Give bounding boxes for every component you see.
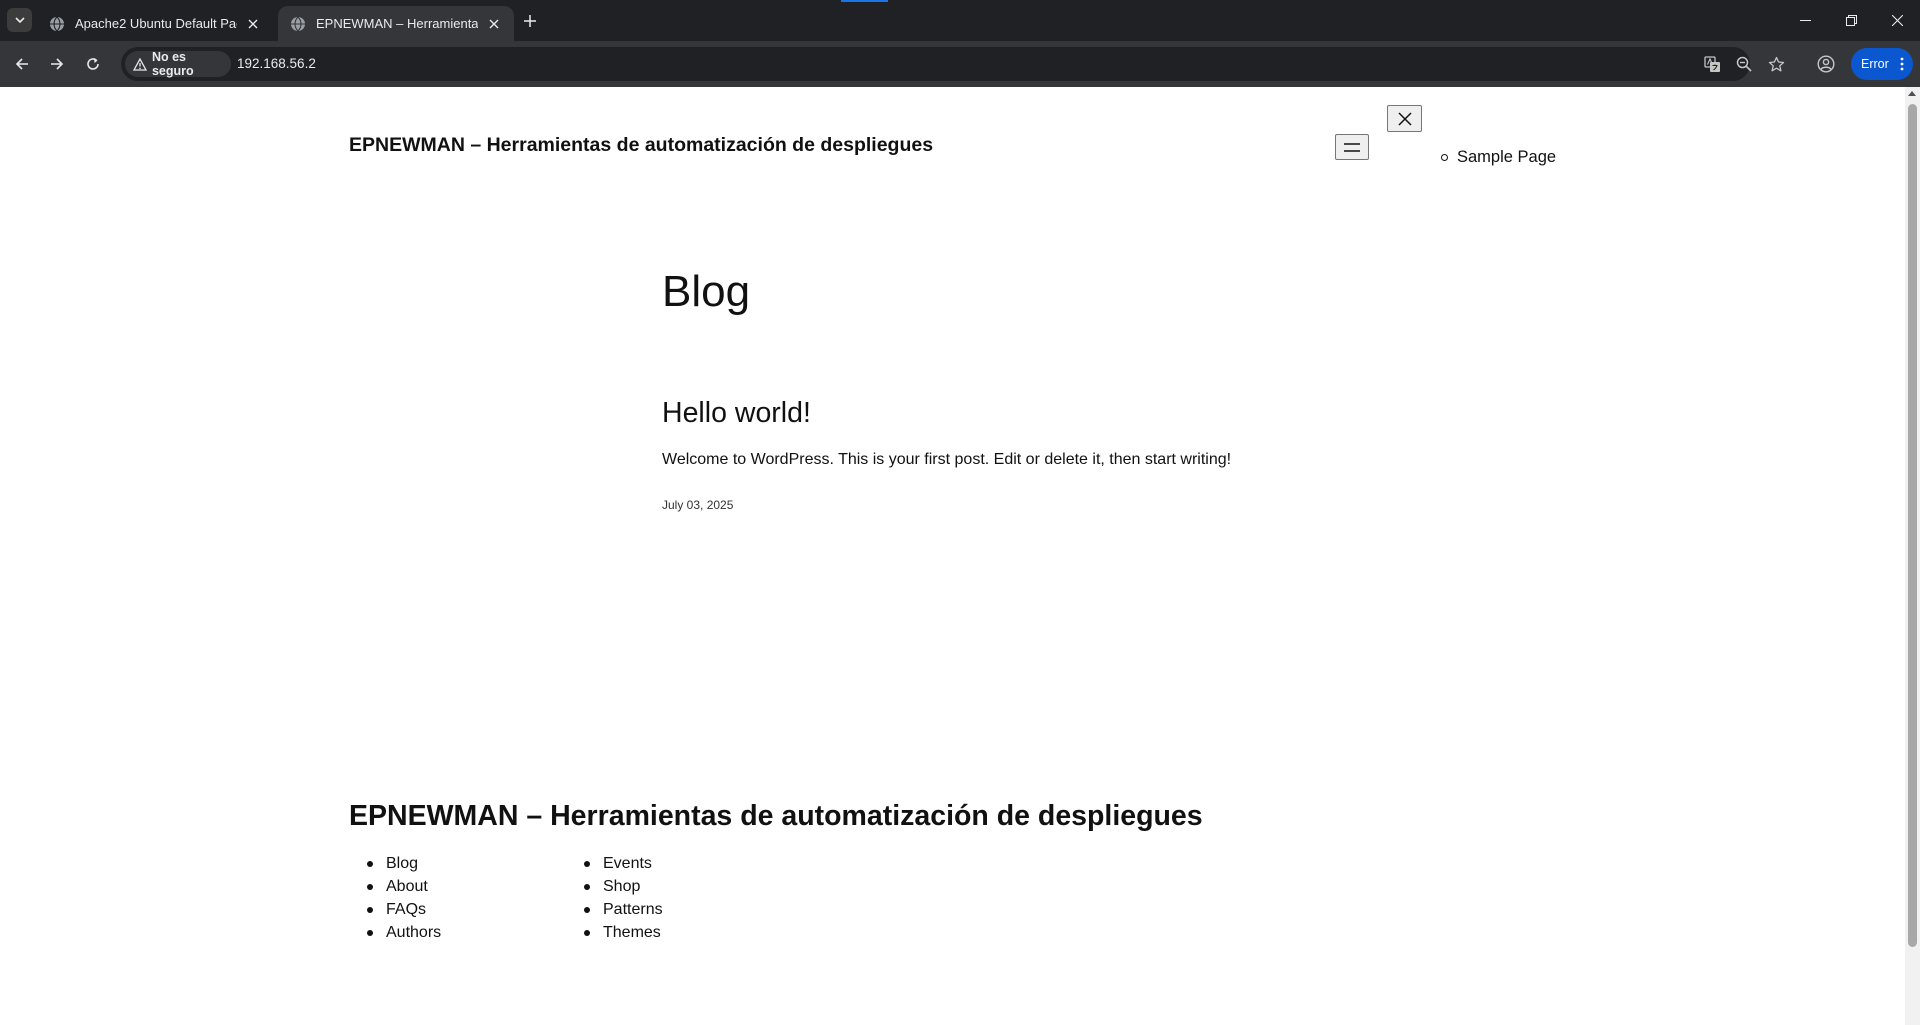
tab-loading-indicator bbox=[841, 0, 888, 2]
list-bullet bbox=[1441, 154, 1448, 161]
globe-icon bbox=[291, 16, 305, 31]
star-icon bbox=[1768, 56, 1784, 71]
zoom-button[interactable] bbox=[1735, 55, 1753, 73]
footer-link-label[interactable]: Shop bbox=[603, 875, 640, 898]
tab-search-button[interactable] bbox=[7, 8, 32, 32]
tab-epnewman[interactable]: EPNEWMAN – Herramientas de automatizació… bbox=[278, 6, 514, 41]
site-title[interactable]: EPNEWMAN – Herramientas de automatizació… bbox=[349, 134, 933, 157]
profile-error-label: Error bbox=[1861, 57, 1889, 71]
footer-link-authors[interactable]: Authors bbox=[367, 921, 441, 944]
new-tab-button[interactable] bbox=[519, 10, 541, 32]
profile-button[interactable] bbox=[1814, 52, 1838, 76]
security-label: No es seguro bbox=[151, 50, 194, 78]
list-bullet bbox=[367, 929, 373, 936]
restore-icon bbox=[1845, 15, 1857, 26]
tab-title: Apache2 Ubuntu Default Page: It works bbox=[75, 16, 237, 31]
tab-title: EPNEWMAN – Herramientas de automatizació… bbox=[316, 16, 478, 31]
close-menu-button[interactable] bbox=[1387, 105, 1422, 132]
close-tab-icon[interactable] bbox=[486, 16, 502, 32]
footer-link-blog[interactable]: Blog bbox=[367, 852, 441, 875]
footer-link-label[interactable]: FAQs bbox=[386, 898, 426, 921]
list-bullet bbox=[367, 883, 373, 890]
globe-icon bbox=[50, 16, 64, 31]
more-vert-icon[interactable] bbox=[1897, 56, 1907, 72]
footer-link-label[interactable]: Themes bbox=[603, 921, 661, 944]
zoom-out-icon bbox=[1736, 56, 1752, 72]
hamburger-icon bbox=[1344, 142, 1360, 152]
list-bullet bbox=[367, 860, 373, 867]
post-date-link[interactable]: July 03, 2025 bbox=[662, 498, 733, 512]
close-icon bbox=[1891, 15, 1903, 26]
post-title-link[interactable]: Hello world! bbox=[662, 397, 811, 430]
footer-site-title[interactable]: EPNEWMAN – Herramientas de automatizació… bbox=[349, 800, 1203, 833]
minimize-icon bbox=[1799, 20, 1811, 21]
footer-link-events[interactable]: Events bbox=[584, 852, 663, 875]
profile-error-button[interactable]: Error bbox=[1851, 48, 1913, 80]
forward-button[interactable] bbox=[45, 52, 69, 76]
post-excerpt: Welcome to WordPress. This is your first… bbox=[662, 451, 1232, 468]
translate-icon bbox=[1703, 55, 1720, 72]
footer-link-label[interactable]: Blog bbox=[386, 852, 418, 875]
restore-button[interactable] bbox=[1828, 0, 1874, 41]
nav-item-label[interactable]: Sample Page bbox=[1457, 148, 1556, 167]
scroll-up-arrow-icon[interactable] bbox=[1908, 91, 1916, 96]
footer-link-patterns[interactable]: Patterns bbox=[584, 898, 663, 921]
bookmark-button[interactable] bbox=[1767, 55, 1785, 73]
address-bar[interactable]: No es seguro 192.168.56.2 bbox=[121, 47, 1784, 81]
web-page: EPNEWMAN – Herramientas de automatizació… bbox=[0, 87, 1905, 1025]
footer-links-left: Blog About FAQs Authors bbox=[367, 852, 441, 944]
arrow-right-icon bbox=[51, 58, 64, 70]
minimize-button[interactable] bbox=[1782, 0, 1828, 41]
list-bullet bbox=[584, 929, 590, 936]
footer-link-label[interactable]: About bbox=[386, 875, 428, 898]
reload-button[interactable] bbox=[81, 52, 105, 76]
close-window-button[interactable] bbox=[1874, 0, 1920, 41]
open-menu-button[interactable] bbox=[1335, 134, 1369, 160]
browser-tab-strip: Apache2 Ubuntu Default Page: It works EP… bbox=[0, 0, 1920, 41]
nav-item-sample-page[interactable]: Sample Page bbox=[1441, 148, 1556, 167]
close-icon bbox=[1397, 111, 1412, 126]
back-button[interactable] bbox=[10, 52, 34, 76]
browser-toolbar: No es seguro 192.168.56.2 Error bbox=[0, 41, 1920, 87]
primary-navigation: Sample Page bbox=[1441, 148, 1556, 167]
tab-apache-default[interactable]: Apache2 Ubuntu Default Page: It works bbox=[37, 6, 273, 41]
chevron-down-icon bbox=[14, 17, 25, 24]
plus-icon bbox=[524, 15, 536, 27]
scrollbar-thumb[interactable] bbox=[1908, 104, 1917, 947]
vertical-scrollbar[interactable] bbox=[1905, 87, 1920, 1025]
list-bullet bbox=[584, 860, 590, 867]
translate-button[interactable] bbox=[1703, 55, 1721, 73]
footer-link-faqs[interactable]: FAQs bbox=[367, 898, 441, 921]
list-bullet bbox=[367, 906, 373, 913]
footer-link-label[interactable]: Patterns bbox=[603, 898, 663, 921]
footer-links-right: Events Shop Patterns Themes bbox=[584, 852, 663, 944]
warning-icon bbox=[133, 57, 147, 71]
footer-link-label[interactable]: Events bbox=[603, 852, 652, 875]
footer-link-shop[interactable]: Shop bbox=[584, 875, 663, 898]
security-indicator[interactable]: No es seguro bbox=[125, 50, 231, 78]
url-text[interactable]: 192.168.56.2 bbox=[237, 47, 316, 81]
close-tab-icon[interactable] bbox=[245, 16, 261, 32]
arrow-left-icon bbox=[15, 58, 28, 70]
list-bullet bbox=[584, 883, 590, 890]
footer-link-about[interactable]: About bbox=[367, 875, 441, 898]
list-bullet bbox=[584, 906, 590, 913]
footer-link-label[interactable]: Authors bbox=[386, 921, 441, 944]
reload-icon bbox=[87, 58, 99, 70]
account-circle-icon bbox=[1817, 55, 1835, 73]
footer-link-themes[interactable]: Themes bbox=[584, 921, 663, 944]
page-title: Blog bbox=[662, 267, 751, 316]
